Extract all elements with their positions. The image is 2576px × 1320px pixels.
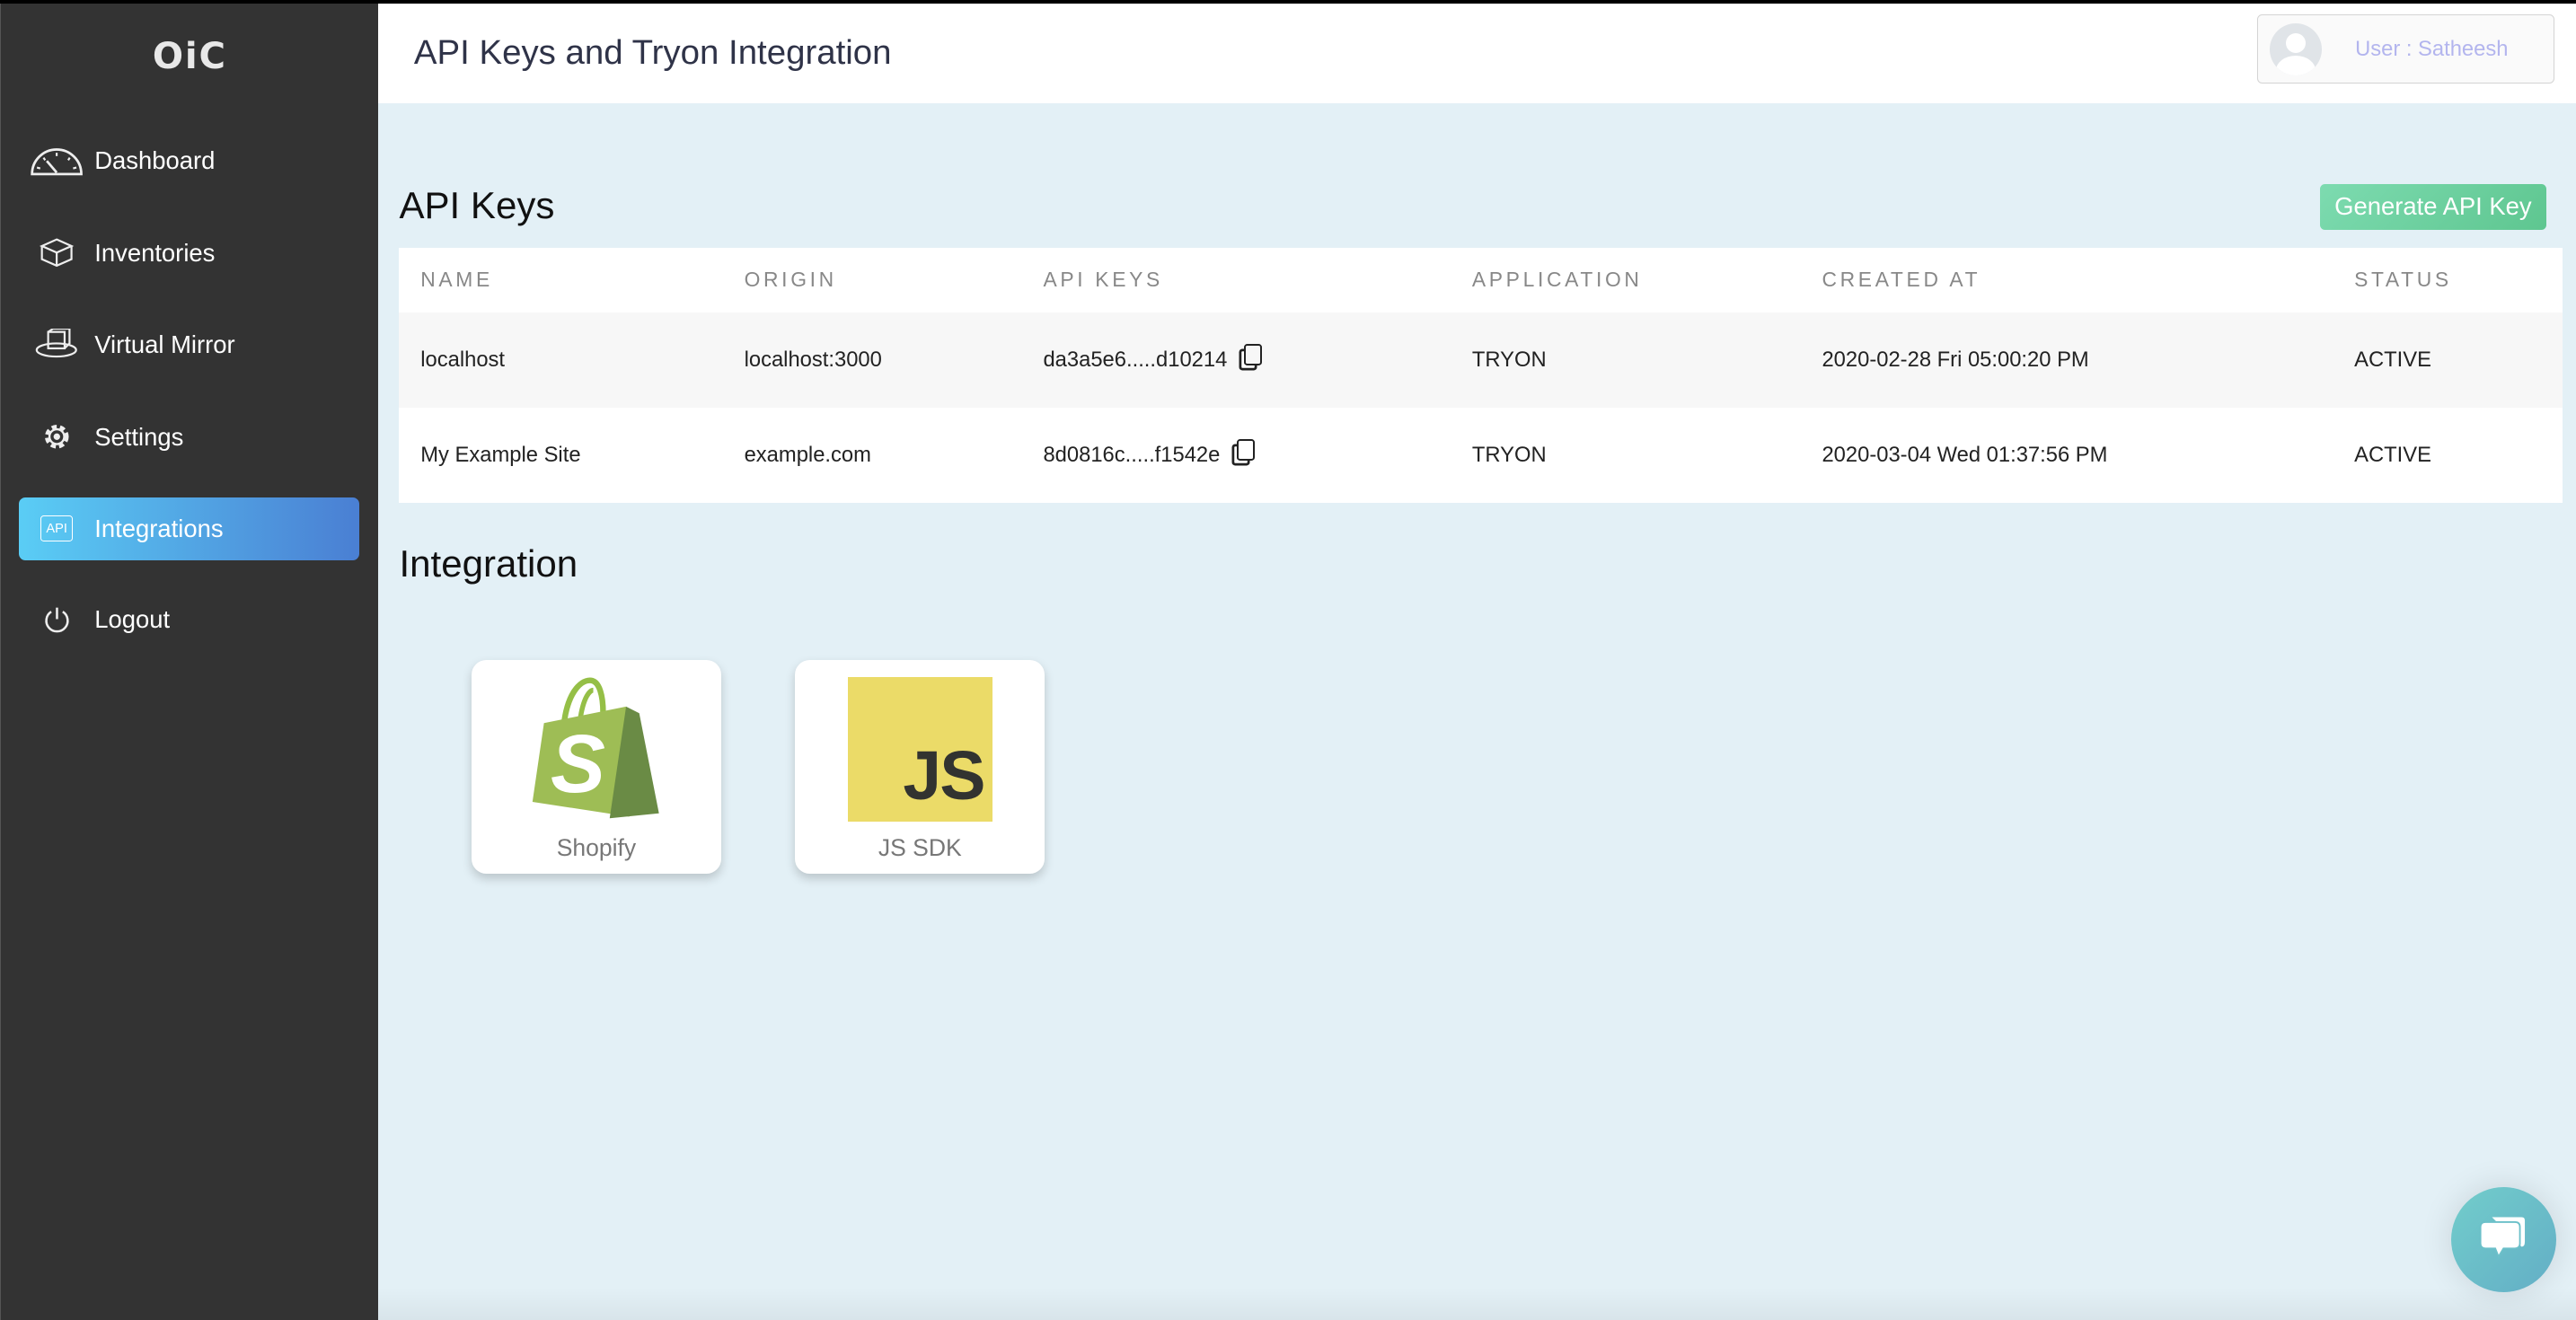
chat-bubbles-icon (2477, 1212, 2530, 1269)
sidebar-item-label: Virtual Mirror (94, 330, 235, 359)
sidebar-item-label: Dashboard (94, 146, 216, 175)
api-keys-title: API Keys (399, 183, 555, 226)
cell-api-key: da3a5e6.....d10214 (1043, 312, 1262, 408)
copy-icon[interactable] (1236, 439, 1255, 462)
api-key-value: da3a5e6.....d10214 (1043, 347, 1228, 372)
sidebar-item-settings[interactable]: Settings (19, 406, 359, 469)
column-header: APPLICATION (1471, 268, 1643, 292)
integration-title: Integration (399, 541, 578, 585)
sidebar-item-label: Integrations (94, 514, 224, 542)
cell-status: ACTIVE (2354, 347, 2431, 372)
cell-status: ACTIVE (2354, 442, 2431, 467)
table-row: localhost localhost:3000 da3a5e6.....d10… (399, 312, 2563, 408)
cell-origin: localhost:3000 (744, 347, 882, 372)
sidebar-item-inventories[interactable]: Inventories (19, 222, 359, 285)
js-sdk-card[interactable]: JS JS SDK (795, 660, 1045, 875)
cell-created-at: 2020-03-04 Wed 01:37:56 PM (1822, 442, 2108, 467)
user-name: User : Satheesh (2355, 36, 2509, 61)
svg-text:S: S (551, 718, 605, 810)
table-row: My Example Site example.com 8d0816c.....… (399, 407, 2563, 503)
card-label: Shopify (556, 834, 637, 862)
column-header: NAME (420, 268, 493, 292)
column-header: ORIGIN (744, 268, 837, 292)
sidebar-item-label: Inventories (94, 238, 216, 267)
api-icon: API (19, 515, 94, 542)
cell-application: TRYON (1471, 442, 1547, 467)
table-header: NAME ORIGIN API KEYS APPLICATION CREATED… (399, 248, 2563, 312)
header: API Keys and Tryon Integration User : Sa… (377, 3, 2576, 104)
logo: OiC (152, 36, 227, 78)
box-icon (19, 236, 94, 269)
generate-api-key-button[interactable]: Generate API Key (2319, 183, 2547, 231)
card-label: JS SDK (878, 834, 962, 862)
sidebar-item-dashboard[interactable]: Dashboard (19, 129, 359, 192)
sidebar-item-logout[interactable]: Logout (19, 588, 359, 651)
speedometer-icon (19, 145, 94, 178)
column-header: API KEYS (1043, 268, 1163, 292)
gear-icon (19, 420, 94, 453)
cell-application: TRYON (1471, 347, 1547, 372)
cell-created-at: 2020-02-28 Fri 05:00:20 PM (1822, 347, 2089, 372)
page-title: API Keys and Tryon Integration (413, 32, 892, 72)
api-keys-table: NAME ORIGIN API KEYS APPLICATION CREATED… (399, 248, 2563, 503)
sidebar: OiC Dashboard Inventories Virtual Mirror… (0, 3, 378, 1320)
cell-name: localhost (420, 347, 506, 372)
sidebar-item-label: Logout (94, 604, 171, 633)
avatar (2269, 22, 2323, 76)
rotate-cube-icon (19, 328, 94, 362)
cell-name: My Example Site (420, 442, 581, 467)
bottom-shadow (377, 1288, 2576, 1320)
column-header: STATUS (2354, 268, 2452, 292)
shopify-icon: S (531, 677, 662, 829)
api-key-value: 8d0816c.....f1542e (1043, 442, 1221, 467)
cell-origin: example.com (744, 442, 871, 467)
chat-button[interactable] (2451, 1187, 2557, 1293)
copy-icon[interactable] (1243, 344, 1262, 365)
sidebar-item-virtual-mirror[interactable]: Virtual Mirror (19, 313, 359, 376)
shopify-card[interactable]: S Shopify (471, 660, 721, 875)
js-icon: JS (847, 676, 992, 822)
cell-api-key: 8d0816c.....f1542e (1043, 408, 1255, 503)
user-menu[interactable]: User : Satheesh (2257, 14, 2555, 84)
app: OiC Dashboard Inventories Virtual Mirror… (0, 0, 2576, 1320)
sidebar-item-integrations[interactable]: API Integrations (19, 497, 359, 560)
power-icon (19, 604, 94, 634)
column-header: CREATED AT (1822, 268, 1981, 292)
sidebar-item-label: Settings (94, 422, 184, 451)
